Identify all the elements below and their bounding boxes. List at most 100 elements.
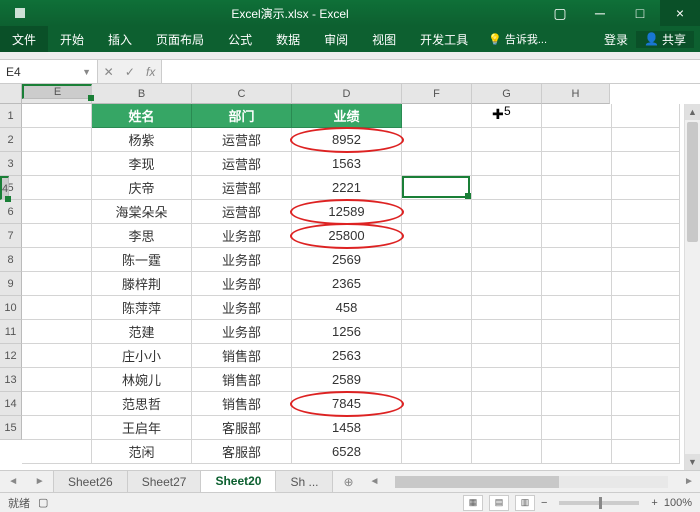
cell-E10[interactable]	[402, 320, 472, 344]
cell-E13[interactable]	[402, 392, 472, 416]
save-icon[interactable]	[15, 8, 25, 18]
tab-layout[interactable]: 页面布局	[144, 26, 216, 52]
row-header-9[interactable]: 9	[0, 272, 22, 296]
cell-E7[interactable]	[402, 248, 472, 272]
tab-view[interactable]: 视图	[360, 26, 408, 52]
cell-E8[interactable]	[402, 272, 472, 296]
cell-B6[interactable]: 李思	[92, 224, 192, 248]
row-header-12[interactable]: 12	[0, 344, 22, 368]
cell-B3[interactable]: 李现	[92, 152, 192, 176]
cell-C14[interactable]: 客服部	[192, 416, 292, 440]
vertical-scrollbar[interactable]: ▲ ▼	[684, 104, 700, 470]
cell-C7[interactable]: 业务部	[192, 248, 292, 272]
cell-G8[interactable]	[542, 272, 612, 296]
cell-C2[interactable]: 运营部	[192, 128, 292, 152]
col-header-A[interactable]: A	[22, 84, 92, 104]
cell-C1[interactable]: 部门	[192, 104, 292, 128]
cell-A11[interactable]	[22, 344, 92, 368]
cell-B12[interactable]: 林婉儿	[92, 368, 192, 392]
cell-H4[interactable]	[612, 176, 680, 200]
cell-H12[interactable]	[612, 368, 680, 392]
cell-H2[interactable]	[612, 128, 680, 152]
cell-E6[interactable]	[402, 224, 472, 248]
cell-C9[interactable]: 业务部	[192, 296, 292, 320]
cell-F3[interactable]	[472, 152, 542, 176]
cell-G10[interactable]	[542, 320, 612, 344]
cell-F9[interactable]	[472, 296, 542, 320]
cell-H5[interactable]	[612, 200, 680, 224]
cell-B1[interactable]: 姓名	[92, 104, 192, 128]
cell-B9[interactable]: 陈萍萍	[92, 296, 192, 320]
cell-D13[interactable]: 7845	[292, 392, 402, 416]
cell-E12[interactable]	[402, 368, 472, 392]
row-header-11[interactable]: 11	[0, 320, 22, 344]
cell-F11[interactable]	[472, 344, 542, 368]
cell-D2[interactable]: 8952	[292, 128, 402, 152]
view-pagebreak-icon[interactable]: ▥	[515, 495, 535, 511]
cell-B15[interactable]: 范闲	[92, 440, 192, 464]
cell-E11[interactable]	[402, 344, 472, 368]
row-header-7[interactable]: 7	[0, 224, 22, 248]
cell-A8[interactable]	[22, 272, 92, 296]
cell-G14[interactable]	[542, 416, 612, 440]
scroll-up-icon[interactable]: ▲	[685, 104, 700, 120]
scroll-down-icon[interactable]: ▼	[685, 454, 700, 470]
cell-B10[interactable]: 范建	[92, 320, 192, 344]
cell-H1[interactable]	[612, 104, 680, 128]
share-button[interactable]: 👤共享	[636, 31, 694, 48]
cell-F8[interactable]	[472, 272, 542, 296]
cell-H15[interactable]	[612, 440, 680, 464]
cell-D12[interactable]: 2589	[292, 368, 402, 392]
formula-input[interactable]	[162, 60, 700, 83]
cell-A10[interactable]	[22, 320, 92, 344]
new-sheet-button[interactable]: ⊕	[333, 471, 363, 492]
cell-H3[interactable]	[612, 152, 680, 176]
cell-A6[interactable]	[22, 224, 92, 248]
tab-file[interactable]: 文件	[0, 26, 48, 52]
tab-review[interactable]: 审阅	[312, 26, 360, 52]
sheet-tab-Sheet27[interactable]: Sheet27	[128, 471, 202, 492]
cell-F5[interactable]	[472, 200, 542, 224]
cell-E14[interactable]	[402, 416, 472, 440]
cell-F2[interactable]	[472, 128, 542, 152]
cell-A13[interactable]	[22, 392, 92, 416]
cell-F12[interactable]	[472, 368, 542, 392]
cell-G9[interactable]	[542, 296, 612, 320]
col-header-F[interactable]: F	[402, 84, 472, 104]
cell-G7[interactable]	[542, 248, 612, 272]
fx-icon[interactable]: fx	[146, 65, 155, 79]
cell-B14[interactable]: 王启年	[92, 416, 192, 440]
cell-H7[interactable]	[612, 248, 680, 272]
cell-A2[interactable]	[22, 128, 92, 152]
cell-D4[interactable]: 2221	[292, 176, 402, 200]
cell-A14[interactable]	[22, 416, 92, 440]
zoom-slider[interactable]	[559, 501, 639, 505]
row-header-2[interactable]: 2	[0, 128, 22, 152]
cell-C13[interactable]: 销售部	[192, 392, 292, 416]
view-normal-icon[interactable]: ▦	[463, 495, 483, 511]
cell-G15[interactable]	[542, 440, 612, 464]
cell-A1[interactable]	[22, 104, 92, 128]
view-layout-icon[interactable]: ▤	[489, 495, 509, 511]
cell-G3[interactable]	[542, 152, 612, 176]
cell-D8[interactable]: 2365	[292, 272, 402, 296]
cell-D1[interactable]: 业绩	[292, 104, 402, 128]
maximize-button[interactable]: □	[620, 0, 660, 26]
cell-H10[interactable]	[612, 320, 680, 344]
cell-C8[interactable]: 业务部	[192, 272, 292, 296]
cell-G6[interactable]	[542, 224, 612, 248]
cell-G1[interactable]	[542, 104, 612, 128]
cell-D14[interactable]: 1458	[292, 416, 402, 440]
cell-B11[interactable]: 庄小小	[92, 344, 192, 368]
cell-E1[interactable]	[402, 104, 472, 128]
tab-data[interactable]: 数据	[264, 26, 312, 52]
zoom-out-button[interactable]: −	[541, 497, 547, 509]
cell-B7[interactable]: 陈一霆	[92, 248, 192, 272]
cell-G11[interactable]	[542, 344, 612, 368]
cell-E5[interactable]	[402, 200, 472, 224]
row-header-10[interactable]: 10	[0, 296, 22, 320]
cell-D6[interactable]: 25800	[292, 224, 402, 248]
tell-me[interactable]: 💡告诉我...	[480, 26, 555, 52]
worksheet-grid[interactable]: ABCDEFGH 123456789101112131415 姓名部门业绩✚5杨…	[0, 84, 700, 470]
select-all-corner[interactable]	[0, 84, 22, 104]
